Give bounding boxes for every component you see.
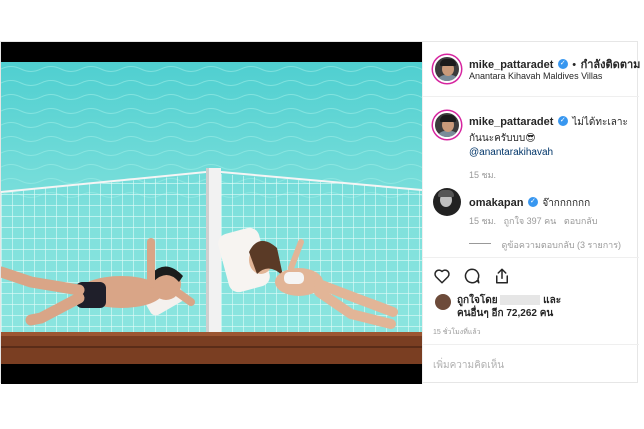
likes-line-1-end: และ — [543, 295, 562, 306]
photo-container — [1, 42, 422, 384]
comment: omakapan ✓ จ๊ากกกกกก — [469, 193, 590, 211]
post-photo-illustration — [1, 62, 422, 364]
likes-line-2: คนอื่นๆ อีก 72,262 คน — [457, 308, 554, 319]
post-sidebar: mike_pattaradet ✓ • กำลังติดตาม Anantara… — [422, 42, 641, 384]
caption-mention[interactable]: @anantarakihavah — [469, 146, 629, 160]
comment-username[interactable]: omakapan — [469, 197, 523, 209]
location-link[interactable]: Anantara Kihavah Maldives Villas — [469, 71, 602, 81]
verified-badge-icon: ✓ — [557, 115, 568, 126]
verified-badge-icon: ✓ — [557, 58, 568, 69]
comment-likes[interactable]: ถูกใจ 397 คน — [504, 216, 557, 226]
divider — [423, 257, 639, 258]
reply-button[interactable]: ตอบกลับ — [564, 216, 598, 226]
likes-summary[interactable]: ถูกใจโดย และ คนอื่นๆ อีก 72,262 คน — [457, 294, 561, 320]
author-username[interactable]: mike_pattaradet — [469, 59, 553, 71]
post-card: mike_pattaradet ✓ • กำลังติดตาม Anantara… — [0, 41, 641, 384]
author-avatar[interactable] — [433, 55, 461, 83]
comment-text: จ๊ากกกกกก — [542, 198, 591, 209]
post-photo[interactable] — [1, 62, 422, 364]
commenter-avatar[interactable] — [433, 188, 461, 216]
comment-icon[interactable] — [463, 267, 481, 290]
view-replies-button[interactable]: ดูข้อความตอบกลับ (3 รายการ) — [469, 235, 621, 253]
share-icon[interactable] — [493, 267, 511, 290]
caption: mike_pattaradet ✓ ไม่ได้ทะเลาะกันนะครับบ… — [469, 114, 629, 160]
replies-line — [469, 243, 491, 245]
verified-badge-icon: ✓ — [527, 196, 538, 207]
follow-status-button[interactable]: กำลังติดตาม — [581, 59, 641, 71]
post-header: mike_pattaradet ✓ • กำลังติดตาม Anantara… — [423, 42, 641, 97]
view-replies-label: ดูข้อความตอบกลับ (3 รายการ) — [501, 240, 622, 250]
caption-time: 15 ชม. — [469, 170, 497, 180]
likes-line-1: ถูกใจโดย — [457, 295, 498, 306]
comment-meta: 15 ชม. ถูกใจ 397 คน ตอบกลับ — [469, 214, 598, 228]
comment-time: 15 ชม. — [469, 216, 497, 226]
dot-separator: • — [572, 59, 577, 71]
heart-icon[interactable] — [433, 267, 451, 290]
caption-username[interactable]: mike_pattaradet — [469, 116, 553, 128]
liker-avatar[interactable] — [435, 294, 451, 310]
post-timestamp: 15 ชั่วโมงที่แล้ว — [433, 329, 481, 336]
divider — [423, 344, 639, 345]
add-comment-input[interactable]: เพิ่มความคิดเห็น — [433, 358, 504, 373]
caption-avatar[interactable] — [433, 111, 461, 139]
redacted-name — [500, 295, 541, 306]
